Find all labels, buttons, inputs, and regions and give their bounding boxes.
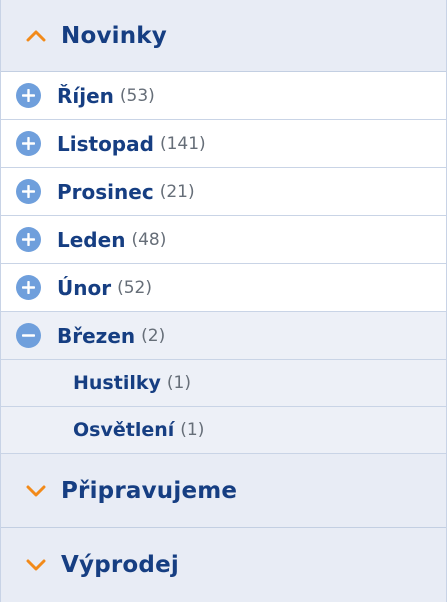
section-vyprodej-header[interactable]: Výprodej	[1, 528, 446, 602]
month-item-brezen[interactable]: Březen (2)	[1, 312, 446, 360]
month-label: Leden	[57, 227, 126, 252]
subcategory-item-hustilky[interactable]: Hustilky (1)	[1, 360, 446, 407]
month-label: Říjen	[57, 83, 114, 108]
plus-circle-icon[interactable]	[16, 179, 41, 204]
item-count: (2)	[141, 325, 166, 346]
month-label: Prosinec	[57, 179, 154, 204]
item-count: (48)	[131, 229, 167, 250]
month-label: Listopad	[57, 131, 154, 156]
item-count: (52)	[117, 277, 152, 298]
item-count: (1)	[166, 373, 191, 393]
chevron-up-icon	[25, 25, 47, 47]
subcategory-item-osvetleni[interactable]: Osvětlení (1)	[1, 407, 446, 454]
item-count: (141)	[159, 133, 206, 154]
month-item-prosinec[interactable]: Prosinec (21)	[1, 168, 446, 216]
subcategory-label: Hustilky	[73, 372, 161, 394]
month-item-leden[interactable]: Leden (48)	[1, 216, 446, 264]
item-count: (1)	[180, 420, 205, 440]
month-label: Únor	[57, 275, 112, 300]
category-navigation: Novinky Říjen (53) Listopad (141) Prosin…	[0, 0, 447, 602]
section-novinky-header[interactable]: Novinky	[1, 0, 446, 72]
item-count: (21)	[159, 181, 195, 202]
chevron-down-icon	[25, 480, 47, 502]
section-title: Novinky	[61, 22, 167, 49]
item-count: (53)	[119, 85, 155, 106]
month-item-rijen[interactable]: Říjen (53)	[1, 72, 446, 120]
section-title: Připravujeme	[61, 477, 238, 504]
chevron-down-icon	[25, 554, 47, 576]
month-item-listopad[interactable]: Listopad (141)	[1, 120, 446, 168]
month-item-unor[interactable]: Únor (52)	[1, 264, 446, 312]
plus-circle-icon[interactable]	[16, 131, 41, 156]
plus-circle-icon[interactable]	[16, 83, 41, 108]
month-label: Březen	[57, 323, 136, 348]
section-title: Výprodej	[61, 552, 179, 578]
minus-circle-icon[interactable]	[16, 323, 41, 348]
section-pripravujeme-header[interactable]: Připravujeme	[1, 454, 446, 528]
subcategory-label: Osvětlení	[73, 419, 175, 441]
plus-circle-icon[interactable]	[16, 275, 41, 300]
plus-circle-icon[interactable]	[16, 227, 41, 252]
